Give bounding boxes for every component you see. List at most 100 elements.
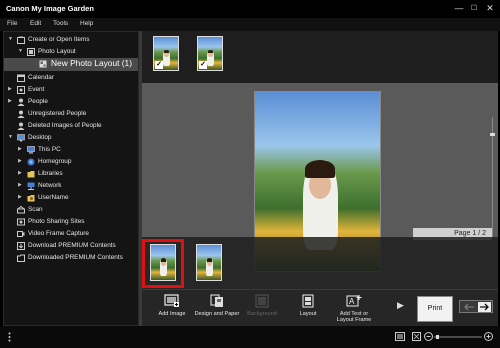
photo-sharing-icon xyxy=(17,218,25,226)
menu-tools[interactable]: Tools xyxy=(53,20,68,27)
homegroup-icon xyxy=(27,158,35,166)
sidebar-item-unregistered-people[interactable]: Unregistered People xyxy=(4,108,138,120)
check-icon: ✓ xyxy=(199,61,207,69)
expand-arrow-icon[interactable]: ▶ xyxy=(18,194,22,200)
layout-button[interactable]: Layout xyxy=(285,292,331,325)
libraries-folder-icon xyxy=(27,171,35,178)
menu-edit[interactable]: Edit xyxy=(30,20,41,27)
user-folder-icon xyxy=(27,195,35,202)
layout-document-icon xyxy=(39,60,47,68)
sidebar-item-people[interactable]: ▶ People xyxy=(4,96,138,108)
event-icon xyxy=(17,86,25,94)
menu-help[interactable]: Help xyxy=(80,20,93,27)
sidebar-item-username[interactable]: ▶ UserName xyxy=(4,192,138,204)
sidebar-item-create-or-open-items[interactable]: ▼ Create or Open Items xyxy=(4,34,138,46)
sidebar-item-label: Video Frame Capture xyxy=(28,230,89,237)
svg-text:A: A xyxy=(349,297,355,306)
main-area: ✓ ✓ Page 1 / 2 Add Image Design and Pape… xyxy=(142,31,498,326)
expand-arrow-icon[interactable]: ▶ xyxy=(8,98,12,104)
design-and-paper-label: Design and Paper xyxy=(194,311,240,317)
sidebar-item-label: Event xyxy=(28,86,45,93)
add-text-label: Add Text or Layout Frame xyxy=(336,311,372,324)
sidebar-item-label: Create or Open Items xyxy=(28,36,90,43)
minimize-button[interactable]: — xyxy=(452,2,466,15)
close-button[interactable]: ✕ xyxy=(483,2,497,15)
desktop-folder-icon xyxy=(17,134,25,142)
sidebar-item-libraries[interactable]: ▶ Libraries xyxy=(4,168,138,180)
add-text-or-layout-frame-button[interactable]: A Add Text or Layout Frame xyxy=(331,292,377,325)
full-screen-icon[interactable] xyxy=(395,332,405,341)
source-thumbnail[interactable]: ✓ xyxy=(197,36,223,71)
expand-arrow-icon[interactable]: ▼ xyxy=(8,134,13,140)
more-options-icon[interactable] xyxy=(8,332,11,342)
source-thumbnail[interactable]: ✓ xyxy=(153,36,179,71)
scan-icon xyxy=(17,206,25,214)
page-thumbnail-strip xyxy=(142,237,498,289)
toolbar-next-arrow-icon[interactable]: ▶ xyxy=(397,300,404,311)
background-icon xyxy=(255,294,269,308)
sidebar-item-desktop[interactable]: ▼ Desktop xyxy=(4,132,138,144)
previous-page-icon[interactable] xyxy=(463,303,475,311)
sidebar-item-deleted-images-of-people[interactable]: Deleted Images of People xyxy=(4,120,138,132)
title-bar: Canon My Image Garden — ☐ ✕ xyxy=(0,0,500,18)
photo-image xyxy=(197,245,221,280)
sidebar-item-label: Download PREMIUM Contents xyxy=(28,242,116,249)
menu-bar: File Edit Tools Help xyxy=(0,18,500,31)
sidebar-item-label: Calendar xyxy=(28,74,54,81)
zoom-slider-track[interactable] xyxy=(434,335,482,339)
expand-arrow-icon[interactable]: ▶ xyxy=(18,182,22,188)
downloaded-premium-icon xyxy=(17,254,25,262)
zoom-in-icon[interactable] xyxy=(484,332,493,341)
print-button[interactable]: Print xyxy=(417,296,453,322)
sidebar-item-event[interactable]: ▶ Event xyxy=(4,84,138,96)
fit-page-icon[interactable] xyxy=(412,332,421,341)
expand-arrow-icon[interactable]: ▼ xyxy=(8,36,13,42)
layout-icon xyxy=(302,294,314,308)
photo-layout-icon xyxy=(27,48,35,56)
background-button[interactable]: Background xyxy=(239,292,285,325)
computer-icon xyxy=(27,146,35,154)
sidebar-item-label: Unregistered People xyxy=(28,110,87,117)
sidebar-item-label: Desktop xyxy=(28,134,52,141)
create-items-icon xyxy=(17,36,25,44)
design-paper-icon xyxy=(210,294,223,307)
sidebar-item-calendar[interactable]: Calendar xyxy=(4,72,138,84)
sidebar-item-scan[interactable]: Scan xyxy=(4,204,138,216)
sidebar-item-photo-layout[interactable]: ▼ Photo Layout xyxy=(4,46,138,58)
sidebar-item-video-frame-capture[interactable]: Video Frame Capture xyxy=(4,228,138,240)
sidebar-item-label: New Photo Layout (1) xyxy=(51,58,133,68)
sidebar-item-downloaded-premium-contents[interactable]: Downloaded PREMIUM Contents xyxy=(4,252,138,264)
zoom-out-icon[interactable] xyxy=(424,332,433,341)
design-and-paper-button[interactable]: Design and Paper xyxy=(194,292,240,325)
sidebar-item-label: This PC xyxy=(38,146,61,153)
sidebar-item-label: Photo Layout xyxy=(38,48,76,55)
page-thumbnail-2[interactable] xyxy=(196,244,222,281)
sidebar-item-new-photo-layout[interactable]: New Photo Layout (1) xyxy=(4,58,138,71)
sidebar-item-this-pc[interactable]: ▶ This PC xyxy=(4,144,138,156)
sidebar-item-label: UserName xyxy=(38,194,69,201)
expand-arrow-icon[interactable]: ▶ xyxy=(18,146,22,152)
sidebar-item-label: Scan xyxy=(28,206,43,213)
sidebar-item-label: Photo Sharing Sites xyxy=(28,218,85,225)
expand-arrow-icon[interactable]: ▼ xyxy=(18,48,23,54)
menu-file[interactable]: File xyxy=(7,20,17,27)
sidebar-item-network[interactable]: ▶ Network xyxy=(4,180,138,192)
expand-arrow-icon[interactable]: ▶ xyxy=(18,170,22,176)
sidebar-item-homegroup[interactable]: ▶ Homegroup xyxy=(4,156,138,168)
expand-arrow-icon[interactable]: ▶ xyxy=(8,86,12,92)
network-icon xyxy=(27,182,35,190)
edit-toolbar: Add Image Design and Paper Background La… xyxy=(142,289,498,326)
add-image-button[interactable]: Add Image xyxy=(149,292,195,325)
window-title: Canon My Image Garden xyxy=(6,4,94,13)
person-unknown-icon xyxy=(17,110,25,118)
sidebar-item-download-premium-contents[interactable]: Download PREMIUM Contents xyxy=(4,240,138,252)
next-page-icon[interactable] xyxy=(478,302,491,312)
sidebar-item-photo-sharing-sites[interactable]: Photo Sharing Sites xyxy=(4,216,138,228)
check-icon: ✓ xyxy=(155,61,163,69)
sidebar-item-label: Network xyxy=(38,182,62,189)
sidebar-item-label: People xyxy=(28,98,48,105)
zoom-slider[interactable] xyxy=(490,117,495,237)
expand-arrow-icon[interactable]: ▶ xyxy=(18,158,22,164)
sidebar-item-label: Deleted Images of People xyxy=(28,122,102,129)
maximize-button[interactable]: ☐ xyxy=(467,2,481,15)
